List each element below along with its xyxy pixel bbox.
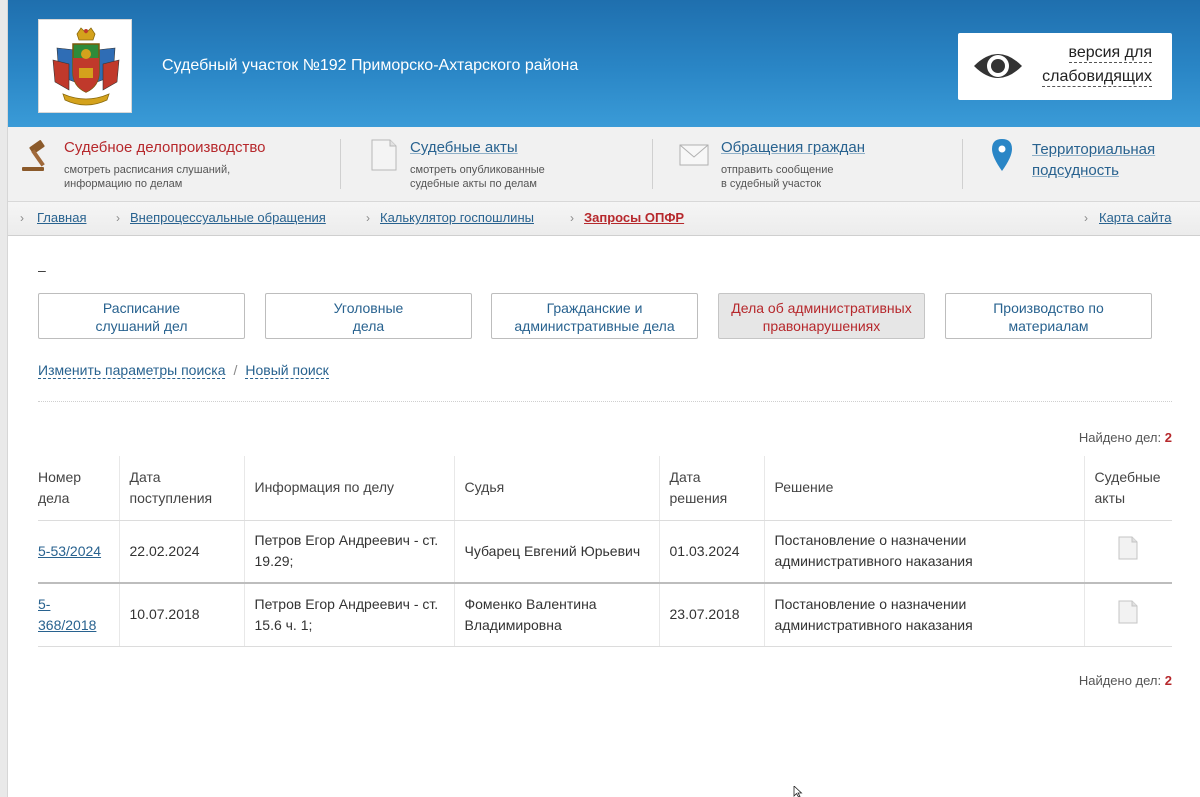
category-label-line1: Гражданские и [546, 300, 643, 316]
found-count-top: Найдено дел: 2 [1079, 430, 1172, 445]
found-count: 2 [1164, 430, 1172, 445]
category-label-line1: Расписание [102, 300, 181, 316]
vision-label-line2: слабовидящих [1042, 68, 1152, 87]
coat-of-arms-logo[interactable] [38, 19, 132, 113]
vision-label-line1: версия для [1068, 44, 1152, 63]
column-header-court-acts: Судебные акты [1083, 456, 1172, 521]
service-desc-line1: смотреть опубликованные [410, 164, 545, 176]
category-label-line1: Производство по [993, 300, 1104, 316]
new-search-link[interactable]: Новый поиск [245, 362, 329, 379]
sitemap-link[interactable]: Карта сайта [1099, 210, 1171, 225]
category-admin-offenses[interactable]: Дела об административных правонарушениях [718, 293, 925, 339]
service-title[interactable]: Судебные акты [410, 139, 518, 156]
chevron-right-icon: › [570, 211, 574, 225]
gavel-icon [22, 140, 45, 171]
column-header-info: Информация по делу [243, 456, 454, 521]
category-civil-admin-cases[interactable]: Гражданские и административные дела [491, 293, 698, 339]
page-left-edge [0, 0, 8, 797]
found-count-bottom: Найдено дел: 2 [1079, 673, 1172, 688]
column-header-decision: Решение [763, 456, 1084, 521]
category-label-line1: Дела об административных [731, 300, 912, 316]
decision-text: Постановление о назначении административн… [763, 583, 1084, 647]
category-label-line2: дела [352, 318, 385, 334]
chevron-right-icon: › [366, 211, 370, 225]
site-header: Судебный участок №192 Приморско-Ахтарско… [8, 0, 1200, 127]
service-desc-line1: смотреть расписания слушаний, [64, 164, 231, 176]
chevron-right-icon: › [1084, 211, 1088, 225]
category-material-proceedings[interactable]: Производство по материалам [945, 293, 1152, 339]
divider [962, 139, 963, 189]
chevron-right-icon: › [20, 211, 24, 225]
service-territorial-jurisdiction[interactable]: Территориальная подсудность [988, 127, 1188, 202]
service-title[interactable]: Обращения граждан [721, 139, 865, 156]
services-nav: Судебное делопроизводство смотреть распи… [8, 127, 1200, 202]
column-header-received: Дата поступления [118, 456, 244, 521]
column-header-judge: Судья [453, 456, 659, 521]
envelope-icon [679, 144, 709, 166]
received-date: 22.02.2024 [118, 520, 244, 584]
mouse-cursor-icon [793, 786, 803, 797]
service-court-proceedings[interactable]: Судебное делопроизводство смотреть распи… [20, 127, 340, 202]
service-citizen-appeals[interactable]: Обращения граждан отправить сообщение в … [678, 127, 958, 202]
case-info: Петров Егор Андреевич - ст. 15.6 ч. 1; [243, 583, 454, 647]
found-label: Найдено дел: [1078, 430, 1162, 445]
divider [652, 139, 653, 189]
divider [38, 401, 1172, 402]
judge-name: Фоменко Валентина Владимировна [453, 583, 659, 647]
found-label: Найдено дел: [1078, 673, 1162, 688]
service-desc-line1: отправить сообщение [721, 164, 834, 176]
category-criminal-cases[interactable]: Уголовные дела [265, 293, 472, 339]
visually-impaired-version-button[interactable]: версия для слабовидящих [958, 33, 1172, 100]
divider [340, 139, 341, 189]
separator: / [233, 362, 238, 378]
column-header-number: Номер дела [38, 456, 119, 521]
breadcrumb: › Главная › Внепроцессуальные обращения … [8, 202, 1200, 236]
coat-of-arms-icon [52, 27, 120, 106]
judge-name: Чубарец Евгений Юрьевич [453, 520, 659, 584]
found-count: 2 [1164, 673, 1172, 688]
cases-table: Номер дела Дата поступления Информация по … [38, 456, 1172, 647]
service-title[interactable]: Судебное делопроизводство [64, 139, 266, 156]
category-label-line2: административные дела [514, 318, 675, 334]
table-header-row: Номер дела Дата поступления Информация по … [38, 456, 1172, 521]
received-date: 10.07.2018 [118, 583, 244, 647]
table-row: 5-368/2018 10.07.2018 Петров Егор Андрее… [38, 583, 1172, 647]
decision-date: 01.03.2024 [658, 520, 764, 584]
breadcrumb-opfr-requests[interactable]: Запросы ОПФР [584, 210, 684, 225]
case-number-link[interactable]: 5-368/2018 [38, 596, 96, 633]
category-label-line1: Уголовные [333, 300, 404, 316]
change-search-params-link[interactable]: Изменить параметры поиска [38, 362, 226, 379]
service-desc-line2: судебные акты по делам [410, 178, 537, 190]
case-number-link[interactable]: 5-53/2024 [38, 543, 101, 559]
service-desc-line2: в судебный участок [721, 178, 822, 190]
column-header-decision-date: Дата решения [658, 456, 764, 521]
service-title-line2[interactable]: подсудность [1032, 162, 1119, 179]
decision-date: 23.07.2018 [658, 583, 764, 647]
case-info: Петров Егор Андреевич - ст. 19.29; [243, 520, 454, 584]
court-act-document-icon[interactable] [1118, 600, 1138, 624]
document-icon [371, 139, 397, 171]
category-label-line2: правонарушениях [762, 318, 881, 334]
category-label-line2: слушаний дел [95, 318, 188, 334]
service-court-acts[interactable]: Судебные акты смотреть опубликованные су… [366, 127, 656, 202]
site-title: Судебный участок №192 Приморско-Ахтарско… [162, 57, 579, 74]
chevron-right-icon: › [116, 211, 120, 225]
search-links: Изменить параметры поиска / Новый поиск [38, 362, 329, 379]
breadcrumb-fee-calculator[interactable]: Калькулятор госпошлины [380, 210, 534, 225]
breadcrumb-extra-procedural[interactable]: Внепроцессуальные обращения [130, 210, 326, 225]
service-desc-line2: информацию по делам [64, 178, 183, 190]
category-label-line2: материалам [1008, 318, 1089, 334]
service-title-line1[interactable]: Территориальная [1032, 141, 1155, 158]
eye-icon [974, 54, 1022, 78]
court-act-document-icon[interactable] [1118, 536, 1138, 560]
breadcrumb-home[interactable]: Главная [37, 210, 86, 225]
decision-text: Постановление о назначении административн… [763, 520, 1084, 584]
placeholder-dash: – [38, 262, 46, 278]
category-hearing-schedule[interactable]: Расписание слушаний дел [38, 293, 245, 339]
table-row: 5-53/2024 22.02.2024 Петров Егор Андреев… [38, 520, 1172, 584]
map-pin-icon [992, 139, 1012, 171]
